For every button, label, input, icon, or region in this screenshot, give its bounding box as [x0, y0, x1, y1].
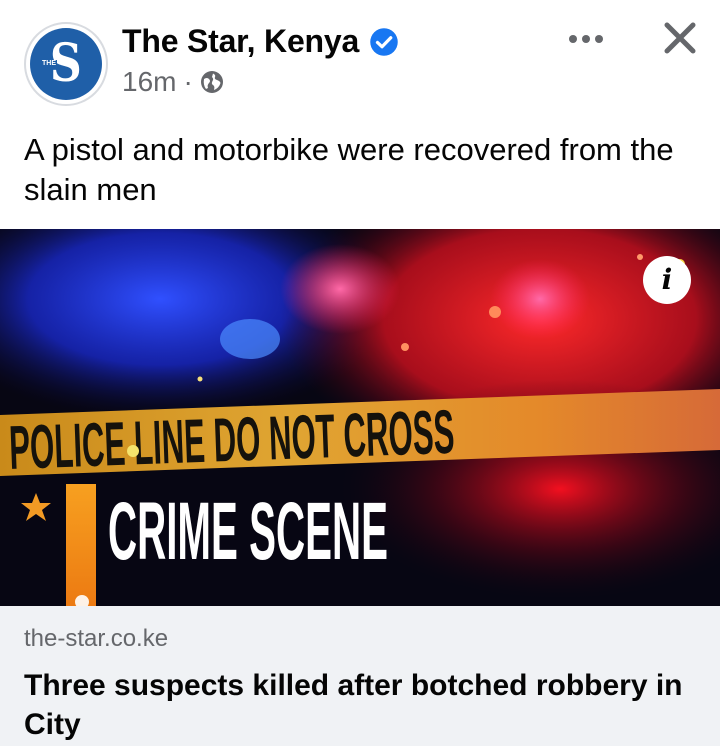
post-caption: A pistol and motorbike were recovered fr… — [24, 132, 674, 207]
link-preview-image[interactable]: POLICE LINE DO NOT CROSS CRIME SCENE — [0, 229, 720, 606]
info-button[interactable]: i — [643, 256, 691, 304]
link-domain: the-star.co.ke — [24, 625, 169, 652]
info-icon: i — [661, 263, 673, 296]
meta-separator: · — [183, 66, 193, 97]
crime-scene-text: CRIME SCENE — [108, 486, 388, 577]
link-title[interactable]: Three suspects killed after botched robb… — [24, 666, 694, 744]
logo-tag: THE — [41, 60, 57, 67]
close-icon[interactable] — [660, 18, 700, 58]
post-timestamp[interactable]: 16m — [122, 66, 176, 98]
globe-icon[interactable] — [200, 70, 224, 94]
more-options-icon[interactable] — [565, 24, 607, 54]
page-avatar[interactable]: S THE — [24, 22, 108, 106]
page-logo: S THE — [30, 28, 102, 100]
link-preview-footer[interactable]: the-star.co.ke Three suspects killed aft… — [0, 606, 720, 746]
page-name-link[interactable]: The Star, Kenya — [122, 22, 359, 60]
verified-badge-icon — [370, 28, 398, 56]
post-header: S THE The Star, Kenya 16m · — [0, 0, 720, 112]
post-meta: 16m · — [122, 66, 224, 98]
